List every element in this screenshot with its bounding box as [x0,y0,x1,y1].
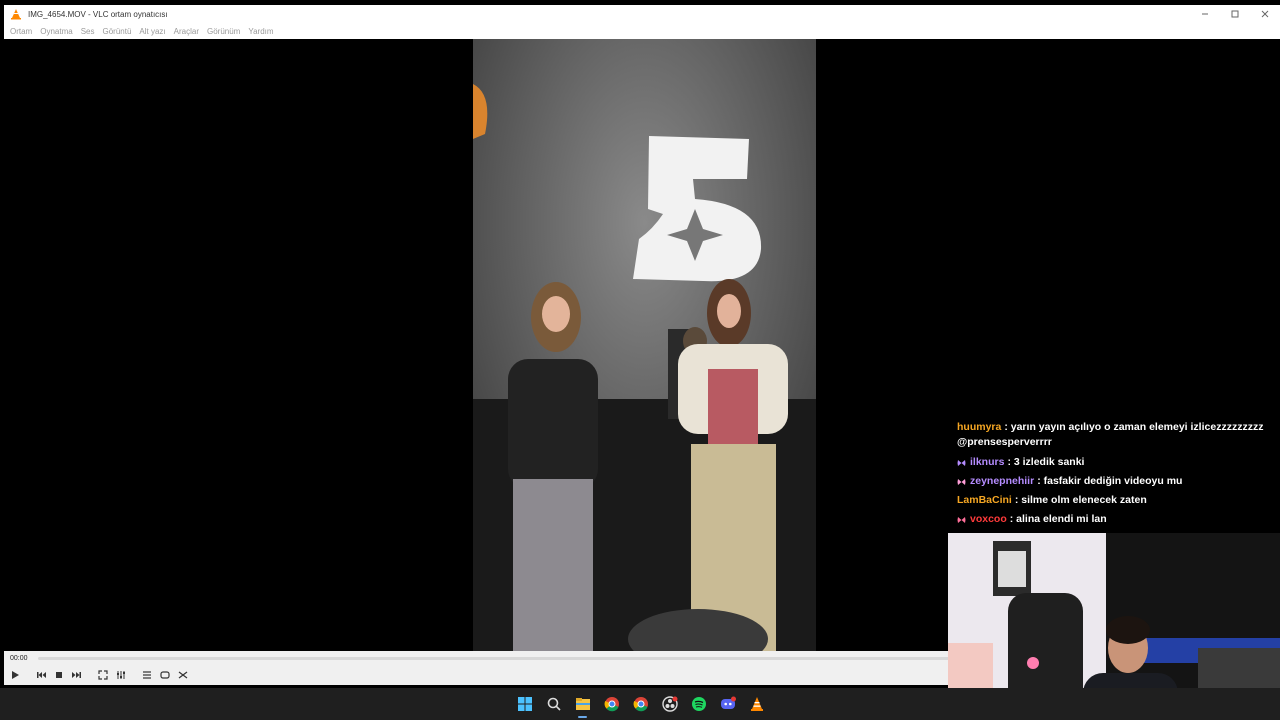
stop-icon [55,672,62,678]
obs-icon [661,696,678,712]
shuffle-icon [178,671,187,679]
file-explorer-icon [575,698,590,710]
playlist-button[interactable] [139,668,154,683]
vlc-button[interactable] [742,688,771,720]
close-icon [1261,10,1269,18]
menu-alt-yazi[interactable]: Alt yazı [139,27,165,36]
previous-button[interactable] [33,668,48,683]
chat-message: ilknurs: 3 izledik sanki [957,453,1277,472]
chrome-profile-button[interactable] [626,688,655,720]
butterfly-badge-icon [957,459,966,466]
playlist-icon [142,671,151,679]
video-frame [473,39,816,651]
extended-settings-icon [116,671,125,679]
butterfly-badge-icon [957,478,966,485]
chrome-icon [604,697,619,712]
discord-icon [720,696,736,709]
menu-goruntu[interactable]: Görüntü [103,27,132,36]
next-button[interactable] [69,668,84,683]
menu-araclar[interactable]: Araçlar [174,27,199,36]
chat-text: : silme olm elenecek zaten [1014,494,1147,506]
spotify-button[interactable] [684,688,713,720]
spotify-icon [691,697,706,711]
previous-icon [36,672,46,678]
chat-overlay: huumyra: yarın yayın açılıyo o zaman ele… [957,420,1277,529]
chat-username: huumyra [957,421,1002,433]
windows-start-icon [517,697,532,711]
butterfly-badge-icon [957,516,966,523]
fullscreen-icon [97,670,108,680]
chat-message: huumyra: yarın yayın açılıyo o zaman ele… [957,420,1277,450]
file-explorer-button[interactable] [568,688,597,720]
extended-settings-button[interactable] [113,668,128,683]
menu-yardim[interactable]: Yardım [248,27,273,36]
chat-username: ilknurs [970,456,1005,468]
close-button[interactable] [1250,5,1280,23]
next-icon [71,672,81,678]
desktop: IMG_4654.MOV - VLC ortam oynatıcısı Orta… [0,0,1280,720]
title-bar[interactable]: IMG_4654.MOV - VLC ortam oynatıcısı [4,5,1280,23]
stop-button[interactable] [51,668,66,683]
menu-ortam[interactable]: Ortam [10,27,32,36]
obs-button[interactable] [655,688,684,720]
video-still-image [473,39,816,651]
chat-message: LamBaCini: silme olm elenecek zaten [957,491,1277,510]
fullscreen-button[interactable] [95,668,110,683]
chat-text: : fasfakir dediğin videoyu mu [1037,475,1183,487]
loop-icon [159,671,170,679]
chrome-profile-icon [633,697,648,712]
play-icon [11,671,19,679]
start-button[interactable] [510,688,539,720]
discord-button[interactable] [713,688,742,720]
elapsed-time: 00:00 [10,654,28,662]
menu-gorunum[interactable]: Görünüm [207,27,240,36]
chat-text: : alina elendi mi lan [1009,513,1107,525]
chat-username: voxcoo [970,513,1007,525]
loop-button[interactable] [157,668,172,683]
maximize-icon [1231,10,1239,18]
search-button[interactable] [539,688,568,720]
play-button[interactable] [7,668,22,683]
vlc-cone-icon [11,9,21,20]
minimize-icon [1202,13,1208,15]
shuffle-button[interactable] [175,668,190,683]
vlc-icon [750,697,763,711]
menu-bar: Ortam Oynatma Ses Görüntü Alt yazı Araçl… [4,23,1280,39]
maximize-button[interactable] [1220,5,1250,23]
minimize-button[interactable] [1190,5,1220,23]
menu-ses[interactable]: Ses [81,27,95,36]
chat-text: : yarın yayın açılıyo o zaman elemeyi iz… [957,421,1264,448]
chat-username: LamBaCini [957,494,1012,506]
chat-text: : 3 izledik sanki [1007,456,1085,468]
taskbar [0,688,1280,720]
chrome-button[interactable] [597,688,626,720]
window-title: IMG_4654.MOV - VLC ortam oynatıcısı [28,9,168,19]
chat-message: zeynepnehiir: fasfakir dediğin videoyu m… [957,472,1277,491]
chat-username: zeynepnehiir [970,475,1035,487]
search-icon [547,697,561,711]
menu-oynatma[interactable]: Oynatma [40,27,72,36]
chat-message: voxcoo: alina elendi mi lan [957,510,1277,529]
